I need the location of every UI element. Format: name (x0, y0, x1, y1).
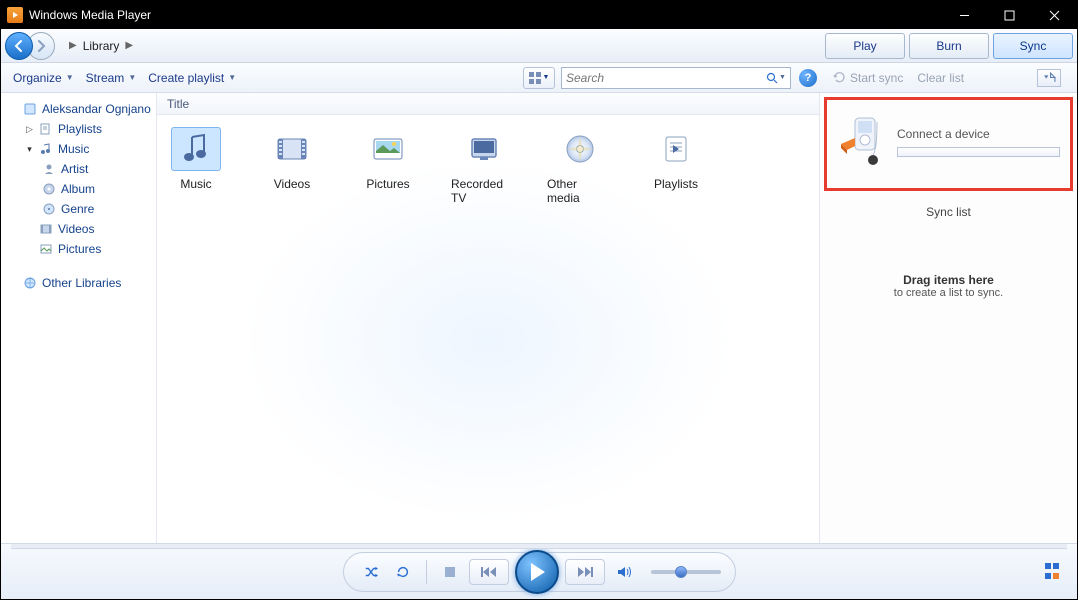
sidebar: Aleksandar Ognjano ▷ Playlists ▾ Music A… (1, 93, 157, 543)
library-item-music[interactable]: Music (163, 127, 229, 205)
drag-hint: Drag items here to create a list to sync… (820, 273, 1077, 299)
genre-icon (41, 201, 57, 217)
tree-artist[interactable]: Artist (1, 159, 156, 179)
tree-other-libraries[interactable]: Other Libraries (1, 273, 156, 293)
column-header-title[interactable]: Title (157, 93, 819, 115)
help-button[interactable]: ? (799, 69, 817, 87)
mute-button[interactable] (611, 559, 637, 585)
playlist-icon (38, 121, 54, 137)
tree-album[interactable]: Album (1, 179, 156, 199)
tree-genre[interactable]: Genre (1, 199, 156, 219)
tree-music[interactable]: ▾ Music (1, 139, 156, 159)
back-button[interactable] (5, 32, 33, 60)
breadcrumb-root[interactable]: Library (83, 39, 120, 53)
artist-icon (41, 161, 57, 177)
toolbar: Organize▼ Stream▼ Create playlist▼ ▼ ▼ ?… (1, 63, 1077, 93)
tree-pictures[interactable]: Pictures (1, 239, 156, 259)
close-button[interactable] (1032, 1, 1077, 29)
music-icon (38, 141, 54, 157)
play-button[interactable] (515, 550, 559, 594)
stream-menu[interactable]: Stream▼ (80, 67, 143, 89)
pictures-icon (38, 241, 54, 257)
device-progress (897, 147, 1060, 157)
album-icon (41, 181, 57, 197)
body: Aleksandar Ognjano ▷ Playlists ▾ Music A… (1, 93, 1077, 543)
search-icon[interactable]: ▼ (766, 72, 786, 84)
tab-play[interactable]: Play (825, 33, 905, 59)
view-options-button[interactable]: ▼ (523, 67, 555, 89)
collapse-icon[interactable]: ▾ (25, 144, 34, 155)
tab-sync[interactable]: Sync (993, 33, 1073, 59)
volume-slider[interactable] (651, 570, 721, 574)
library-item-other-media[interactable]: Other media (547, 127, 613, 205)
videos-icon (38, 221, 54, 237)
sync-list-header: Sync list (820, 195, 1077, 229)
next-button[interactable] (565, 559, 605, 585)
connect-device-label: Connect a device (897, 127, 1060, 141)
clear-list-button: Clear list (917, 71, 964, 85)
titlebar: Windows Media Player (1, 1, 1077, 29)
network-icon (22, 275, 38, 291)
chevron-down-icon: ▼ (228, 73, 236, 82)
tree-playlists[interactable]: ▷ Playlists (1, 119, 156, 139)
stop-button[interactable] (437, 559, 463, 585)
chevron-right-icon: ▶ (125, 40, 133, 51)
shuffle-button[interactable] (358, 559, 384, 585)
chevron-down-icon: ▼ (66, 73, 74, 82)
window-title: Windows Media Player (29, 8, 151, 22)
repeat-button[interactable] (390, 559, 416, 585)
library-item-pictures[interactable]: Pictures (355, 127, 421, 205)
tree-user[interactable]: Aleksandar Ognjano (1, 99, 156, 119)
chevron-down-icon: ▼ (543, 74, 550, 81)
sync-toolbar: Start sync Clear list (823, 69, 1071, 87)
previous-button[interactable] (469, 559, 509, 585)
player-controls (343, 552, 736, 592)
sync-options-button[interactable] (1037, 69, 1061, 87)
expand-icon[interactable]: ▷ (25, 124, 34, 135)
minimize-button[interactable] (942, 1, 987, 29)
create-playlist-menu[interactable]: Create playlist▼ (142, 67, 242, 89)
app-window: Windows Media Player ▶ Library ▶ Play Bu… (0, 0, 1078, 600)
start-sync-button: Start sync (833, 71, 903, 85)
library-grid: Music Videos Pictures Recorded TV Other (157, 115, 819, 217)
user-library-icon (22, 101, 38, 117)
chevron-down-icon: ▼ (128, 73, 136, 82)
tab-burn[interactable]: Burn (909, 33, 989, 59)
library-item-playlists[interactable]: Playlists (643, 127, 709, 205)
right-pane: Connect a device Sync list Drag items he… (819, 93, 1077, 543)
breadcrumb[interactable]: ▶ Library ▶ (69, 39, 133, 53)
tree-videos[interactable]: Videos (1, 219, 156, 239)
player-bar (1, 543, 1077, 599)
search-input[interactable] (566, 71, 766, 85)
library-item-videos[interactable]: Videos (259, 127, 325, 205)
library-item-recorded-tv[interactable]: Recorded TV (451, 127, 517, 205)
main-view: Title Music Videos Pictures Recorded TV (157, 93, 819, 543)
chevron-right-icon: ▶ (69, 40, 77, 51)
seek-bar[interactable] (11, 544, 1067, 549)
search-box[interactable]: ▼ (561, 67, 791, 89)
nav-row: ▶ Library ▶ Play Burn Sync (1, 29, 1077, 63)
device-icon (837, 114, 887, 170)
app-icon (7, 7, 23, 23)
connect-device-box: Connect a device (824, 97, 1073, 191)
organize-menu[interactable]: Organize▼ (7, 67, 80, 89)
switch-to-now-playing-button[interactable] (1045, 563, 1063, 581)
maximize-button[interactable] (987, 1, 1032, 29)
